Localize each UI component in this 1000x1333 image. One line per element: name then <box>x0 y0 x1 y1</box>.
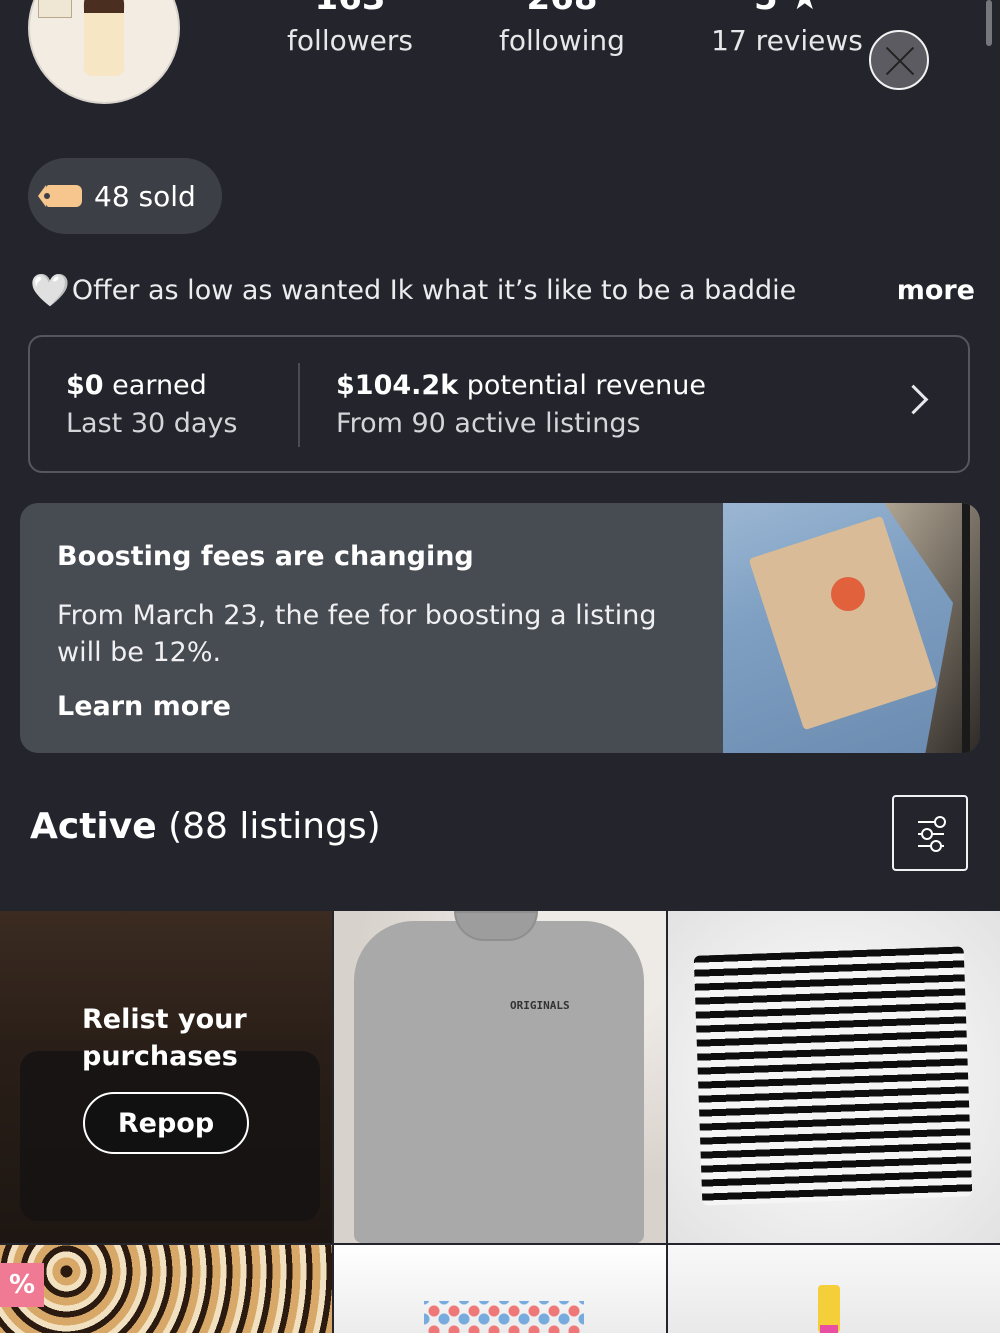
chevron-right-icon[interactable] <box>898 384 929 415</box>
following-label: following <box>499 24 625 57</box>
earned-label: earned <box>103 370 207 401</box>
sweatshirt-print: ORIGINALS <box>510 999 570 1012</box>
rating-value: 5 ★ <box>706 0 868 18</box>
active-heading: Active (88 listings) <box>30 806 381 847</box>
bio-more-link[interactable]: more <box>897 275 975 306</box>
earned-amount: $0 <box>66 370 104 401</box>
bio-text: Offer as low as wanted Ik what it’s like… <box>71 274 797 306</box>
repop-button[interactable]: Repop <box>83 1092 249 1154</box>
active-title: Active <box>30 806 157 847</box>
stat-reviews[interactable]: 5 ★ 17 reviews <box>706 0 868 57</box>
listing-item[interactable] <box>668 911 1000 1243</box>
banner-image <box>723 503 980 753</box>
divider <box>298 363 300 447</box>
filter-button[interactable] <box>892 795 968 871</box>
avatar-figure <box>84 0 124 76</box>
sold-badge: 48 sold <box>28 158 222 234</box>
listing-image <box>424 1301 584 1333</box>
revenue-section: $104.2k potential revenue From 90 active… <box>336 367 706 443</box>
scrollbar[interactable] <box>986 0 992 46</box>
followers-label: followers <box>287 24 413 57</box>
relist-card[interactable]: Relist your purchases Repop <box>0 911 332 1243</box>
price-tag-icon <box>38 185 82 207</box>
banner-title: Boosting fees are changing <box>57 541 474 572</box>
revenue-label: potential revenue <box>458 370 706 401</box>
heart-icon: 🤍 <box>30 271 70 309</box>
followers-count: 163 <box>282 0 418 18</box>
bio: 🤍 Offer as low as wanted Ik what it’s li… <box>30 268 975 312</box>
boost-banner: Boosting fees are changing From March 23… <box>20 503 980 753</box>
active-count: (88 listings) <box>156 806 381 847</box>
discount-badge: % <box>0 1263 44 1307</box>
stat-followers[interactable]: 163 followers <box>282 0 418 57</box>
reviews-label: 17 reviews <box>711 24 863 57</box>
avatar-sign <box>38 0 72 18</box>
earned-section: $0 earned Last 30 days <box>66 367 238 443</box>
sold-count: 48 sold <box>94 179 196 213</box>
revenue-sub: From 90 active listings <box>336 408 641 439</box>
listing-item[interactable] <box>668 1245 1000 1333</box>
listing-item[interactable]: ORIGINALS <box>334 911 666 1243</box>
listing-image <box>693 946 973 1206</box>
earned-period: Last 30 days <box>66 408 238 439</box>
avatar[interactable] <box>28 0 180 104</box>
railing <box>962 503 970 753</box>
listing-image <box>354 921 644 1243</box>
depop-logo <box>831 577 865 611</box>
learn-more-link[interactable]: Learn more <box>57 691 231 722</box>
following-count: 268 <box>492 0 632 18</box>
earnings-card[interactable]: $0 earned Last 30 days $104.2k potential… <box>28 335 970 473</box>
listing-item[interactable]: % <box>0 1245 332 1333</box>
revenue-amount: $104.2k <box>336 370 459 401</box>
stat-following[interactable]: 268 following <box>492 0 632 57</box>
relist-title: Relist your purchases <box>82 1004 247 1072</box>
close-icon[interactable] <box>869 30 929 90</box>
charm-detail <box>820 1325 838 1333</box>
listing-item[interactable] <box>334 1245 666 1333</box>
banner-body: From March 23, the fee for boosting a li… <box>57 600 657 668</box>
